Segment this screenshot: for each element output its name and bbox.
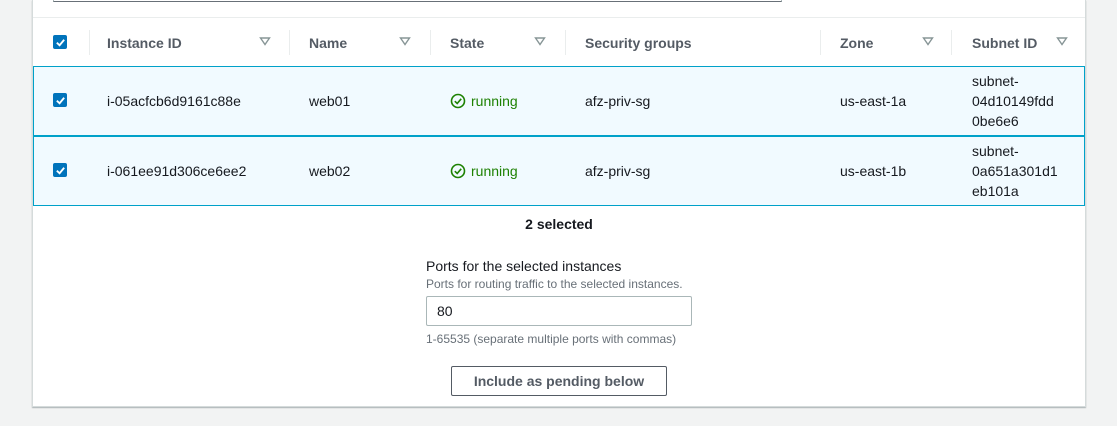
target-instances-panel: Instance ID Name State Security groups Z… xyxy=(32,0,1086,407)
column-label: Name xyxy=(309,34,348,51)
table-header: Instance ID Name State Security groups Z… xyxy=(33,17,1085,68)
instance-name: web02 xyxy=(309,163,351,179)
security-groups: afz-priv-sg xyxy=(585,163,651,179)
check-circle-icon xyxy=(450,93,466,109)
instance-state: running xyxy=(450,137,518,205)
instance-name: web01 xyxy=(309,93,351,109)
column-header-instance-id[interactable]: Instance ID xyxy=(89,18,289,67)
state-label: running xyxy=(471,163,518,179)
row-checkbox[interactable] xyxy=(53,163,67,177)
ports-field-label: Ports for the selected instances xyxy=(426,258,622,274)
filter-input-edge[interactable] xyxy=(53,0,782,2)
column-label: Instance ID xyxy=(107,34,182,51)
subnet-id-line: 04d10149fdd xyxy=(972,93,1054,109)
sort-triangle-icon[interactable] xyxy=(922,35,934,47)
include-as-pending-button[interactable]: Include as pending below xyxy=(451,366,667,396)
table-row[interactable]: i-05acfcb6d9161c88e web01 running afz-pr… xyxy=(33,66,1085,136)
table-row[interactable]: i-061ee91d306ce6ee2 web02 running afz-pr… xyxy=(33,136,1085,206)
subnet-id-line: subnet- xyxy=(972,143,1019,159)
column-header-subnet-id[interactable]: Subnet ID xyxy=(951,18,1085,67)
select-all-checkbox[interactable] xyxy=(53,35,67,49)
column-label: State xyxy=(450,34,485,51)
column-header-name[interactable]: Name xyxy=(289,18,429,67)
zone: us-east-1b xyxy=(840,163,907,179)
column-label: Subnet ID xyxy=(972,34,1038,51)
ports-field-hint: 1-65535 (separate multiple ports with co… xyxy=(426,332,677,346)
row-checkbox[interactable] xyxy=(53,93,67,107)
checkmark-icon xyxy=(55,96,65,105)
subnet-id-line: 0a651a301d1 xyxy=(972,163,1058,179)
instance-state: running xyxy=(450,67,518,135)
zone: us-east-1a xyxy=(840,93,907,109)
checkmark-icon xyxy=(55,38,65,47)
subnet-id-line: subnet- xyxy=(972,73,1019,89)
subnet-id-line: eb101a xyxy=(972,183,1019,199)
checkmark-icon xyxy=(55,166,65,175)
ports-input[interactable] xyxy=(426,296,692,326)
sort-triangle-icon[interactable] xyxy=(259,35,271,47)
instance-id: i-05acfcb6d9161c88e xyxy=(107,93,241,109)
column-label: Zone xyxy=(840,34,874,51)
column-header-security-groups[interactable]: Security groups xyxy=(565,18,820,67)
subnet-id: subnet- 04d10149fdd 0be6e6 xyxy=(972,71,1068,131)
instance-id: i-061ee91d306ce6ee2 xyxy=(107,163,247,179)
column-header-state[interactable]: State xyxy=(430,18,565,67)
subnet-id: subnet- 0a651a301d1 eb101a xyxy=(972,141,1068,201)
selected-count: 2 selected xyxy=(525,216,593,232)
column-header-zone[interactable]: Zone xyxy=(820,18,950,67)
subnet-id-line: 0be6e6 xyxy=(972,113,1019,129)
sort-triangle-icon[interactable] xyxy=(534,35,546,47)
ports-field-description: Ports for routing traffic to the selecte… xyxy=(426,277,683,291)
sort-triangle-icon[interactable] xyxy=(399,35,411,47)
state-label: running xyxy=(471,93,518,109)
sort-triangle-icon[interactable] xyxy=(1056,35,1068,47)
check-circle-icon xyxy=(450,163,466,179)
security-groups: afz-priv-sg xyxy=(585,93,651,109)
column-label: Security groups xyxy=(585,34,692,51)
